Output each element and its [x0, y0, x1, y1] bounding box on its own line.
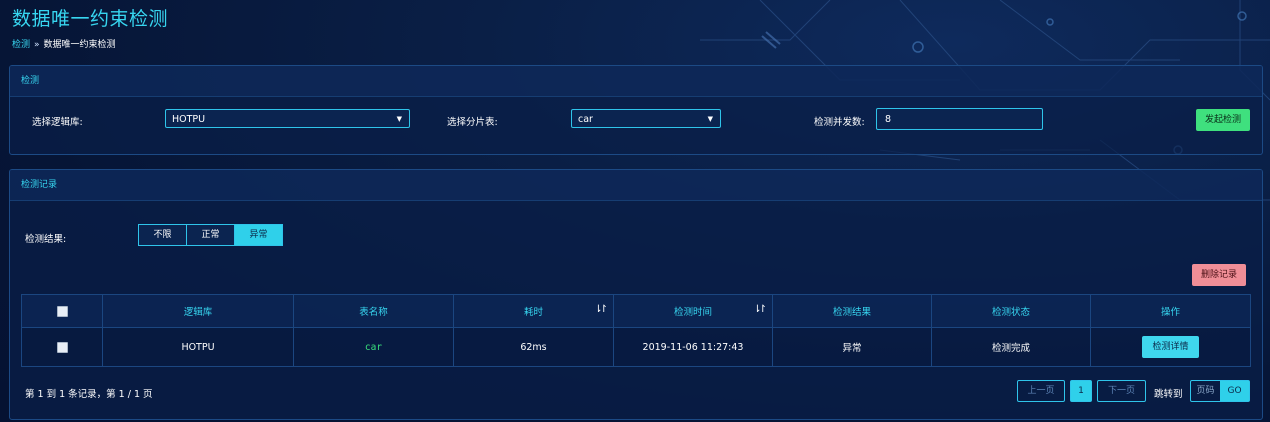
- row-checkbox-cell: [21, 327, 103, 367]
- records-panel-title: 检测记录: [10, 170, 1262, 201]
- cell-duration: 62ms: [453, 327, 614, 367]
- sort-icon[interactable]: ⇂↾: [594, 304, 608, 315]
- filter-option-normal[interactable]: 正常: [187, 224, 235, 246]
- concurrency-label: 检测并发数:: [814, 117, 865, 128]
- breadcrumb-separator-icon: »: [34, 40, 40, 50]
- jump-control: 页码 GO: [1190, 380, 1250, 402]
- filter-option-abnormal[interactable]: 异常: [235, 224, 283, 246]
- cell-table: car: [293, 327, 454, 367]
- cell-db: HOTPU: [102, 327, 294, 367]
- page-1-button[interactable]: 1: [1070, 380, 1092, 402]
- table-select[interactable]: car ▼: [571, 109, 721, 128]
- cell-status: 检测完成: [931, 327, 1091, 367]
- column-header-duration[interactable]: 耗时 ⇂↾: [453, 294, 614, 328]
- cell-table-name: car: [364, 341, 383, 353]
- column-header-duration-label: 耗时: [523, 307, 543, 318]
- column-header-db: 逻辑库: [102, 294, 294, 328]
- column-header-time-label: 检测时间: [673, 307, 712, 318]
- row-checkbox[interactable]: [56, 341, 68, 353]
- records-table: 逻辑库 表名称 耗时 ⇂↾ 检测时间 ⇂↾ 检测结果 检测状态 操作 HOTPU c…: [21, 294, 1251, 367]
- chevron-down-icon: ▼: [396, 115, 402, 123]
- select-all-checkbox-cell: [21, 294, 103, 328]
- result-filter: 不限 正常 异常: [138, 224, 283, 246]
- breadcrumb: 检测 » 数据唯一约束检测: [12, 37, 116, 50]
- table-header-row: 逻辑库 表名称 耗时 ⇂↾ 检测时间 ⇂↾ 检测结果 检测状态 操作: [21, 294, 1251, 328]
- next-page-button[interactable]: 下一页: [1097, 380, 1146, 402]
- page-title: 数据唯一约束检测: [12, 8, 169, 30]
- delete-records-button[interactable]: 删除记录: [1192, 264, 1246, 286]
- detect-panel-title: 检测: [10, 66, 1262, 97]
- prev-page-button[interactable]: 上一页: [1017, 380, 1065, 402]
- breadcrumb-link-detect[interactable]: 检测: [12, 40, 30, 50]
- records-panel: 检测记录 检测结果: 不限 正常 异常 删除记录 逻辑库 表名称 耗时 ⇂↾ 检测…: [9, 169, 1263, 420]
- column-header-table: 表名称: [293, 294, 454, 328]
- result-filter-label: 检测结果:: [25, 234, 67, 245]
- start-detect-button[interactable]: 发起检测: [1196, 109, 1250, 131]
- db-select-value: HOTPU: [172, 114, 206, 125]
- column-header-result: 检测结果: [772, 294, 932, 328]
- cell-time: 2019-11-06 11:27:43: [613, 327, 773, 367]
- jump-label: 跳转到: [1154, 389, 1183, 400]
- detail-button[interactable]: 检测详情: [1142, 336, 1199, 358]
- db-select-label: 选择逻辑库:: [32, 117, 83, 128]
- concurrency-input[interactable]: 8: [876, 108, 1043, 130]
- sort-icon[interactable]: ⇂↾: [753, 304, 767, 315]
- column-header-action: 操作: [1090, 294, 1251, 328]
- db-select[interactable]: HOTPU ▼: [165, 109, 410, 128]
- chevron-down-icon: ▼: [707, 115, 713, 123]
- table-select-label: 选择分片表:: [447, 117, 498, 128]
- filter-option-any[interactable]: 不限: [138, 224, 187, 246]
- select-all-checkbox[interactable]: [56, 305, 68, 317]
- column-header-status: 检测状态: [931, 294, 1091, 328]
- column-header-time[interactable]: 检测时间 ⇂↾: [613, 294, 773, 328]
- jump-go-button[interactable]: GO: [1220, 381, 1249, 401]
- cell-result: 异常: [772, 327, 932, 367]
- detect-panel: 检测 选择逻辑库: HOTPU ▼ 选择分片表: car ▼ 检测并发数: 8 …: [9, 65, 1263, 155]
- table-row: HOTPU car 62ms 2019-11-06 11:27:43 异常 检测…: [21, 327, 1251, 367]
- pagination-info: 第 1 到 1 条记录，第 1 / 1 页: [25, 389, 153, 400]
- jump-page-input[interactable]: 页码: [1191, 381, 1220, 401]
- cell-action: 检测详情: [1090, 327, 1251, 367]
- table-select-value: car: [578, 114, 593, 125]
- breadcrumb-current: 数据唯一约束检测: [43, 40, 116, 50]
